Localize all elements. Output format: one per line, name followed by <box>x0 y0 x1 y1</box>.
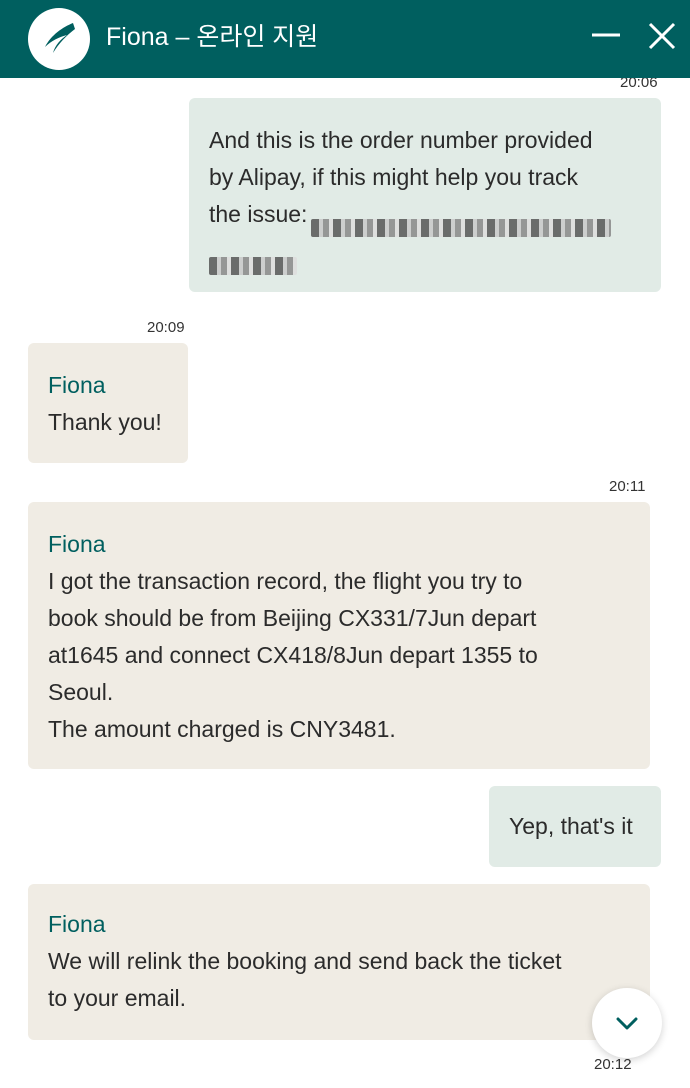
message-text: Yep, that's it <box>509 813 633 839</box>
message-text: We will relink the booking and send back… <box>48 948 562 1011</box>
chevron-down-icon <box>616 1017 638 1030</box>
message-text: I got the transaction record, the flight… <box>48 568 538 742</box>
sender-name: Fiona <box>48 372 106 398</box>
chat-transcript[interactable]: 20:06 And this is the order number provi… <box>0 78 690 1088</box>
message-text: Thank you! <box>48 409 162 435</box>
minimize-icon <box>592 33 620 37</box>
timestamp: 20:12 <box>594 1056 632 1073</box>
redacted-order-number <box>209 246 297 283</box>
timestamp: 20:09 <box>147 319 185 336</box>
airline-logo-icon <box>28 8 90 70</box>
user-message: And this is the order number provided by… <box>189 98 661 292</box>
timestamp: 20:06 <box>620 78 658 91</box>
chat-title: Fiona – 온라인 지원 <box>106 23 319 51</box>
sender-name: Fiona <box>48 911 106 937</box>
sender-name: Fiona <box>48 531 106 557</box>
close-button[interactable] <box>642 18 682 58</box>
minimize-button[interactable] <box>586 18 626 58</box>
agent-message: Fiona I got the transaction record, the … <box>28 502 650 769</box>
timestamp: 20:11 <box>609 478 646 495</box>
scroll-to-bottom-button[interactable] <box>592 988 662 1058</box>
chat-header: Fiona – 온라인 지원 <box>0 0 690 78</box>
user-message: Yep, that's it <box>489 786 661 867</box>
agent-message: Fiona We will relink the booking and sen… <box>28 884 650 1040</box>
agent-message: Fiona Thank you! <box>28 343 188 463</box>
close-icon <box>648 22 676 50</box>
redacted-order-number <box>311 208 611 245</box>
